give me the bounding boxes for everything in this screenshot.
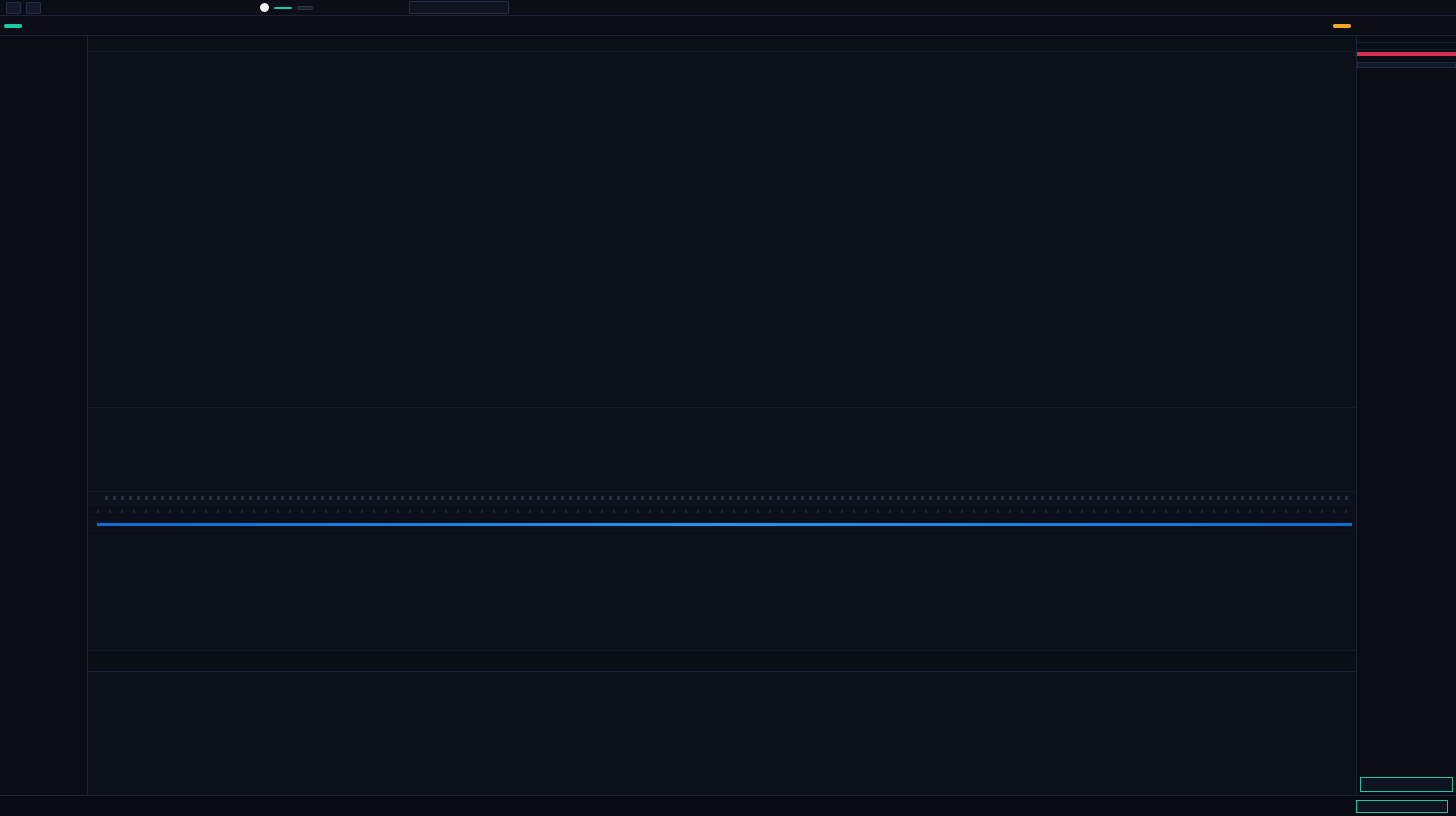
cmf-indicator-strip[interactable] [88, 518, 1356, 531]
strip-sparkline [97, 510, 1352, 513]
record-indicator-icon[interactable] [260, 3, 269, 12]
top-menu-bar [0, 0, 1456, 16]
market-watch-header [1357, 36, 1456, 43]
chart-column [88, 36, 1356, 795]
left-sidebar [0, 36, 88, 795]
alert-price-input[interactable] [1356, 800, 1448, 813]
symbol-badge[interactable] [4, 24, 22, 28]
quick-order-input[interactable] [1360, 777, 1453, 792]
obv-indicator-strip[interactable] [88, 505, 1356, 518]
last-price-row [1357, 43, 1456, 50]
cmf-line [97, 523, 1352, 526]
news-title [1357, 76, 1456, 80]
indicators-button[interactable] [274, 7, 292, 9]
grid-layout-icon[interactable] [26, 2, 41, 14]
search-input[interactable] [409, 1, 509, 14]
trend-index-chart[interactable] [88, 672, 1356, 795]
time-axis[interactable] [88, 651, 1356, 672]
status-bar [0, 795, 1456, 816]
trading-terminal [0, 0, 1456, 816]
ribbon-oscillator-pane[interactable] [88, 531, 1356, 651]
volume-indicator-strip[interactable] [88, 492, 1356, 505]
volume-chart[interactable] [88, 408, 1356, 491]
menu-icon[interactable] [6, 2, 21, 14]
go-live-button[interactable] [1333, 24, 1351, 28]
volume-pane[interactable] [88, 408, 1356, 492]
candlestick-chart[interactable] [88, 52, 1356, 407]
price-chart-pane[interactable] [88, 52, 1356, 408]
main-area [0, 36, 1456, 795]
chart-header [88, 36, 1356, 52]
ribbon-oscillator-chart[interactable] [88, 531, 1356, 650]
trend-index-pane[interactable] [88, 672, 1356, 795]
replay-button[interactable] [297, 6, 313, 10]
app-version [0, 787, 87, 795]
volatility-banner [1357, 52, 1456, 56]
chart-toolbar [0, 16, 1456, 36]
right-sidebar [1356, 36, 1456, 795]
strip-sparkline [105, 496, 1352, 500]
